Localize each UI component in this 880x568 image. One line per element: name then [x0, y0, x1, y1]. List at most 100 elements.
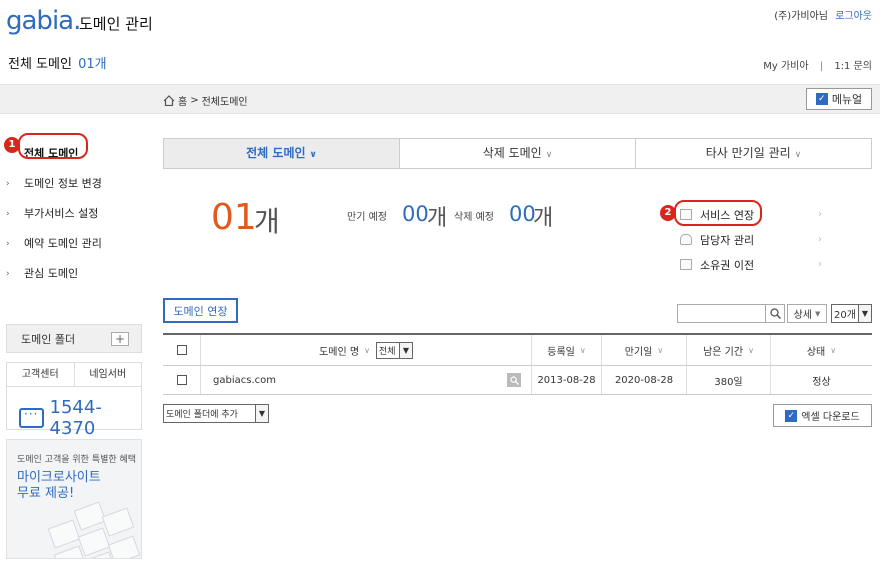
sidebar-item-label: 부가서비스 설정: [24, 207, 99, 220]
add-to-folder-select[interactable]: 도메인 폴더에 추가 ▼: [163, 404, 269, 423]
tab-customer-center[interactable]: 고객센터: [7, 363, 74, 386]
promo-title: 마이크로사이트 무료 제공!: [17, 470, 101, 502]
chevron-right-icon: ›: [818, 234, 822, 245]
domain-table: 도메인 명 ∨ 전체 ▼ 등록일 ∨ 만기일 ∨ 남은 기간 ∨ 상태 ∨ gabiacs…: [163, 333, 872, 395]
sidebar-item-addon-settings[interactable]: › 부가서비스 설정: [6, 198, 146, 228]
cs-tabs: 고객센터 네임서버: [7, 363, 141, 387]
detail-select[interactable]: 상세 ▼: [787, 304, 827, 323]
tab-other-registrar-expiry[interactable]: 타사 만기일 관리 ∨: [635, 139, 871, 168]
total-domain-count: 01: [211, 197, 257, 238]
chevron-down-icon: ∨: [309, 150, 317, 160]
sidebar-item-label: 관심 도메인: [24, 267, 79, 280]
app-title: 도메인 관리: [79, 15, 153, 33]
expiring-label: 만기 예정: [347, 212, 387, 223]
page-title-text: 전체 도메인: [8, 57, 72, 72]
add-to-folder-value: 도메인 폴더에 추가: [166, 410, 238, 420]
promo-title-line2: 무료 제공!: [17, 486, 75, 501]
chevron-right-icon: ›: [818, 209, 822, 220]
header-remaining-label: 남은 기간: [703, 346, 744, 358]
my-gabia-link[interactable]: My 가비아: [763, 61, 808, 72]
chevron-down-icon: ▼: [255, 405, 268, 422]
header-status-label: 상태: [806, 346, 826, 358]
sidebar-item-watchlist[interactable]: › 관심 도메인: [6, 258, 146, 288]
domain-filter-value: 전체: [378, 346, 396, 357]
check-icon: ✓: [785, 409, 798, 422]
search-button[interactable]: [766, 304, 785, 323]
promo-subtitle: 도메인 고객을 위한 특별한 혜택: [17, 455, 137, 465]
breadcrumb-bar: [0, 84, 880, 114]
user-name: (주)가비아님: [774, 11, 828, 22]
manual-button-label: 메뉴얼: [831, 93, 863, 106]
select-all-checkbox[interactable]: [176, 345, 187, 355]
sidebar-item-label: 도메인 정보 변경: [24, 177, 102, 190]
chevron-down-icon: ▼: [815, 309, 821, 318]
logout-link[interactable]: 로그아웃: [835, 11, 872, 22]
quick-link-contact-management[interactable]: 담당자 관리 ›: [680, 227, 822, 252]
top-links: My 가비아 | 1:1 문의: [763, 57, 872, 72]
expiring-count[interactable]: 00: [402, 202, 429, 226]
domain-detail-button[interactable]: [507, 373, 521, 387]
breadcrumb-home[interactable]: 홈: [178, 93, 187, 108]
row-remaining: 380일: [686, 366, 770, 394]
header-status[interactable]: 상태 ∨: [770, 335, 872, 365]
total-domain-unit: 개: [254, 205, 280, 238]
sidebar-item-reserved-domains[interactable]: › 예약 도메인 관리: [6, 228, 146, 258]
row-domain[interactable]: gabiacs.com: [213, 375, 276, 386]
header-domain: 도메인 명 ∨ 전체 ▼: [200, 335, 531, 365]
manual-button[interactable]: ✓ 메뉴얼: [806, 88, 872, 110]
tab-name-server[interactable]: 네임서버: [73, 363, 142, 386]
cs-phone: 1544-4370: [7, 387, 141, 439]
page-size-value: 20개: [834, 310, 856, 321]
chat-icon: [19, 407, 44, 428]
search-input[interactable]: [677, 304, 766, 323]
page-title: 전체 도메인 01개: [8, 53, 107, 72]
breadcrumb-current: 전체도메인: [201, 97, 248, 108]
document-icon: [680, 259, 692, 270]
header-expires[interactable]: 만기일 ∨: [601, 335, 686, 365]
chevron-right-icon: ›: [6, 268, 10, 279]
sort-icon[interactable]: ∨: [364, 346, 370, 355]
phone-number: 1544-4370: [49, 397, 102, 439]
header-expires-label: 만기일: [624, 346, 653, 358]
quick-link-label: 담당자 관리: [700, 233, 755, 247]
header-remaining[interactable]: 남은 기간 ∨: [686, 335, 770, 365]
sidebar-item-label: 예약 도메인 관리: [24, 237, 102, 250]
header-domain-label[interactable]: 도메인 명: [319, 343, 359, 358]
annotation-marker: 2: [660, 205, 676, 221]
deleting-count[interactable]: 00: [509, 202, 536, 226]
sort-icon: ∨: [748, 345, 754, 355]
search-icon: [509, 375, 519, 385]
chevron-down-icon: ∨: [545, 150, 553, 160]
row-checkbox[interactable]: [176, 375, 187, 385]
quick-link-ownership-transfer[interactable]: 소유권 이전 ›: [680, 252, 822, 277]
row-status: 정상: [770, 366, 872, 394]
detail-select-value: 상세: [793, 310, 812, 321]
sort-icon: ∨: [830, 345, 837, 355]
add-folder-button[interactable]: +: [111, 331, 129, 346]
sort-icon: ∨: [657, 345, 664, 355]
domain-filter-select[interactable]: 전체 ▼: [375, 341, 413, 359]
table-row: gabiacs.com 2013-08-28 2020-08-28 380일 정…: [163, 366, 872, 395]
tab-all-domains[interactable]: 전체 도메인 ∨: [164, 139, 399, 168]
excel-download-button[interactable]: ✓ 엑셀 다운로드: [773, 404, 872, 427]
customer-center-box: 고객센터 네임서버 1544-4370: [6, 362, 142, 439]
tab-deleted-domains[interactable]: 삭제 도메인 ∨: [399, 139, 635, 168]
breadcrumb: 홈 > 전체도메인: [163, 93, 248, 108]
chevron-right-icon: ›: [6, 238, 10, 249]
header-registered[interactable]: 등록일 ∨: [531, 335, 601, 365]
domain-renew-button[interactable]: 도메인 연장: [163, 298, 238, 323]
sidebar-item-info-change[interactable]: › 도메인 정보 변경: [6, 168, 146, 198]
page-size-select[interactable]: 20개 ▼: [831, 304, 872, 323]
chevron-down-icon: ▼: [398, 342, 412, 358]
check-icon: ✓: [815, 93, 828, 105]
promo-banner[interactable]: 도메인 고객을 위한 특별한 혜택 마이크로사이트 무료 제공!: [6, 439, 142, 559]
inquiry-link[interactable]: 1:1 문의: [834, 61, 872, 72]
gabia-logo[interactable]: gabia.: [6, 6, 81, 36]
row-registered: 2013-08-28: [531, 366, 601, 394]
chevron-right-icon: ›: [6, 178, 10, 189]
tab-label: 타사 만기일 관리: [705, 146, 791, 160]
tab-label: 전체 도메인: [246, 146, 306, 160]
home-icon[interactable]: [163, 95, 175, 106]
domain-folder-box: 도메인 폴더 +: [6, 324, 142, 353]
domain-tabs: 전체 도메인 ∨ 삭제 도메인 ∨ 타사 만기일 관리 ∨: [163, 138, 872, 169]
